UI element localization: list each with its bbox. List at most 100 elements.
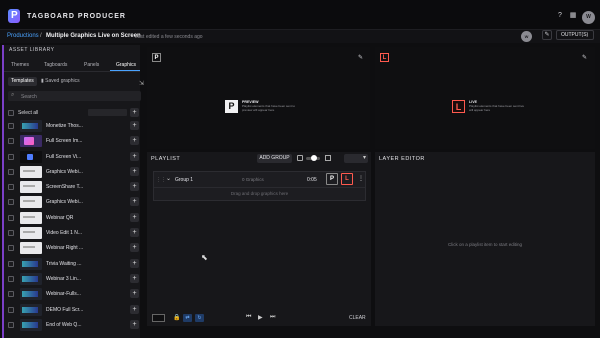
asset-checkbox[interactable] <box>8 123 14 129</box>
asset-checkbox[interactable] <box>8 184 14 191</box>
grid-icon[interactable]: ▦ <box>569 12 577 20</box>
asset-list-item[interactable]: Full Screen Vi... + <box>8 150 142 165</box>
more-options-icon[interactable]: ⋮ <box>358 175 364 182</box>
app-title: TAGBOARD PRODUCER <box>27 13 126 20</box>
grid-view-icon[interactable] <box>325 155 331 161</box>
app-header: TAGBOARD PRODUCER ? ▦ W <box>0 0 600 30</box>
outputs-label: OUTPUT(S) <box>561 32 589 38</box>
asset-list-item[interactable]: ScreenShare T... + <box>8 180 142 195</box>
production-title[interactable]: Multiple Graphics Live on Screen <box>46 33 141 39</box>
asset-name: Monetize Thos... <box>46 123 83 129</box>
previous-icon[interactable]: ⏮ <box>246 314 251 321</box>
asset-list-item[interactable]: Webinar QR + <box>8 211 142 226</box>
group-name[interactable]: Group 1 <box>175 177 193 183</box>
chevron-down-icon[interactable]: ⌄ <box>166 175 171 182</box>
asset-list-item[interactable]: Full Screen Im... + <box>8 134 142 149</box>
add-asset-button[interactable]: + <box>130 228 139 238</box>
tab-panels[interactable]: Panels <box>84 62 99 68</box>
add-asset-button[interactable]: + <box>130 304 139 314</box>
asset-name: Graphics Webi... <box>46 199 83 206</box>
user-avatar[interactable]: W <box>582 11 595 24</box>
add-group-button[interactable]: ADD GROUP <box>257 154 292 163</box>
toggle-knob[interactable] <box>311 155 317 161</box>
asset-thumbnail <box>20 211 42 224</box>
clear-button[interactable]: CLEAR <box>349 315 366 321</box>
add-asset-button[interactable]: + <box>130 258 139 268</box>
add-asset-button[interactable]: + <box>130 121 139 130</box>
duration-input[interactable] <box>152 314 165 322</box>
breadcrumb-bar: Productions / Multiple Graphics Live on … <box>0 30 600 43</box>
subtab-saved-graphics[interactable]: ▮ Saved graphics <box>38 77 83 86</box>
tagboard-logo-icon[interactable] <box>8 9 20 23</box>
add-asset-button[interactable]: + <box>130 166 139 176</box>
asset-checkbox[interactable] <box>8 306 14 313</box>
asset-search[interactable]: ⌕ <box>8 91 141 101</box>
select-all-checkbox[interactable] <box>8 110 14 116</box>
send-live-button[interactable]: L <box>341 173 353 185</box>
edit-live-pencil-icon[interactable]: ✎ <box>582 54 587 61</box>
play-icon[interactable]: ▶ <box>258 314 263 321</box>
add-asset-button[interactable]: + <box>130 136 139 146</box>
list-view-icon[interactable] <box>297 155 303 161</box>
drag-handle-icon[interactable]: ⋮⋮ <box>156 177 166 183</box>
asset-thumbnail <box>20 272 42 285</box>
lock-icon[interactable]: 🔒 <box>173 314 180 321</box>
tab-graphics[interactable]: Graphics <box>116 62 136 68</box>
add-selected-button[interactable]: + <box>130 108 139 117</box>
asset-name: ScreenShare T... <box>46 184 84 191</box>
add-asset-button[interactable]: + <box>130 197 139 207</box>
asset-list-item[interactable]: Graphics Webi... + <box>8 165 142 180</box>
asset-checkbox[interactable] <box>8 230 14 237</box>
group-divider <box>154 187 365 188</box>
asset-thumbnail <box>20 257 42 270</box>
loop-button[interactable]: ↻ <box>195 314 204 322</box>
asset-list-item[interactable]: Webinar-Fulls... + <box>8 287 142 302</box>
last-edited-status: Last edited a few seconds ago <box>135 34 203 40</box>
send-to-preview-button[interactable]: P <box>326 173 338 185</box>
add-asset-button[interactable]: + <box>130 289 139 299</box>
asset-checkbox[interactable] <box>8 138 14 145</box>
next-icon[interactable]: ⏭ <box>270 314 275 321</box>
asset-checkbox[interactable] <box>8 260 14 267</box>
shuffle-button[interactable]: ⇄ <box>183 314 192 322</box>
asset-list-item[interactable]: Video Edit 1 N... + <box>8 226 142 241</box>
asset-checkbox[interactable] <box>8 321 14 328</box>
asset-list-item[interactable]: Monetize Thos... + <box>8 119 142 134</box>
asset-list-item[interactable]: Graphics Webi... + <box>8 195 142 210</box>
group-drop-zone[interactable]: Drag and drop graphics here <box>154 191 365 196</box>
add-asset-button[interactable]: + <box>130 182 139 192</box>
edit-preview-pencil-icon[interactable]: ✎ <box>358 54 363 61</box>
asset-thumbnail <box>20 120 42 132</box>
asset-checkbox[interactable] <box>8 245 14 252</box>
subtab-templates[interactable]: Templates <box>8 77 37 86</box>
view-mode-toggle[interactable] <box>297 154 337 163</box>
asset-list-item[interactable]: Trivia Waiting ... + <box>8 257 142 272</box>
group-duration[interactable]: 0:05 <box>307 177 317 183</box>
tab-tagboards[interactable]: Tagboards <box>44 62 67 68</box>
asset-thumbnail <box>20 242 42 255</box>
asset-checkbox[interactable] <box>8 153 14 160</box>
asset-checkbox[interactable] <box>8 291 14 298</box>
help-circle-icon[interactable]: ? <box>556 12 564 20</box>
asset-checkbox[interactable] <box>8 214 14 221</box>
playlist-options-dropdown[interactable] <box>344 154 368 163</box>
panel-resize-handle-icon[interactable]: ⇲ <box>139 80 144 87</box>
asset-list-item[interactable]: Webinar 3 Lin... + <box>8 272 142 287</box>
add-asset-button[interactable]: + <box>130 151 139 161</box>
asset-checkbox[interactable] <box>8 199 14 206</box>
add-asset-button[interactable]: + <box>130 243 139 253</box>
edit-production-button[interactable]: ✎ <box>542 30 552 40</box>
add-asset-button[interactable]: + <box>130 273 139 283</box>
breadcrumb-productions-link[interactable]: Productions <box>7 33 39 39</box>
mouse-cursor-icon: ⬉ <box>201 253 208 262</box>
asset-list-item[interactable]: End of Web Q... + <box>8 318 142 333</box>
asset-checkbox[interactable] <box>8 168 14 175</box>
asset-checkbox[interactable] <box>8 275 14 282</box>
asset-search-input[interactable] <box>21 93 131 100</box>
tab-themes[interactable]: Themes <box>11 62 29 68</box>
outputs-button[interactable]: OUTPUT(S) <box>556 30 594 40</box>
asset-list-item[interactable]: DEMO Full Scr... + <box>8 303 142 318</box>
asset-list-item[interactable]: Webinar Right ... + <box>8 241 142 256</box>
add-asset-button[interactable]: + <box>130 212 139 222</box>
add-asset-button[interactable]: + <box>130 319 139 329</box>
